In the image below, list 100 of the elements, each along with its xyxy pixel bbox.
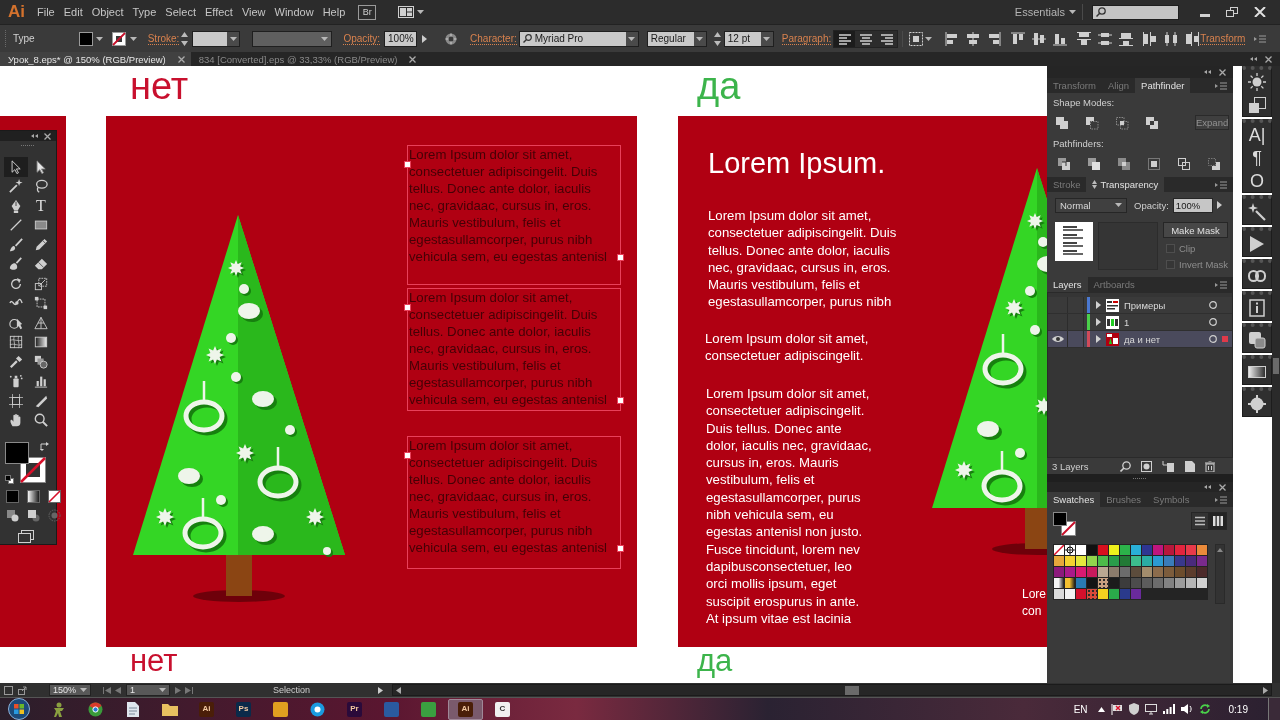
menu-item[interactable]: Effect: [204, 4, 233, 20]
zoom-field[interactable]: 150%: [49, 684, 91, 696]
styled-square-icon[interactable]: [1248, 330, 1266, 349]
collapse-icon[interactable]: [1204, 485, 1211, 489]
signal-bars-icon[interactable]: [1162, 704, 1175, 714]
arrow-cursor-icon[interactable]: [9, 159, 23, 174]
color-wheel-icon[interactable]: [445, 32, 458, 45]
gradient-swatch-icon[interactable]: [1065, 578, 1075, 588]
flag-icon[interactable]: [1110, 703, 1123, 715]
menu-item[interactable]: Help: [322, 4, 346, 20]
align-right-icon[interactable]: [986, 30, 1003, 47]
divided-squares-icon[interactable]: [1057, 156, 1071, 171]
menu-item[interactable]: Window: [274, 4, 314, 20]
refresh-arrows-icon[interactable]: [1198, 703, 1211, 715]
caret-icon[interactable]: [321, 36, 329, 41]
sublayer-icon[interactable]: [1162, 460, 1174, 472]
color-swatch-icon[interactable]: [1054, 556, 1064, 566]
window-layout-icon[interactable]: [398, 6, 415, 18]
distribute-top-icon[interactable]: [1076, 30, 1093, 47]
spray-can-icon[interactable]: [9, 374, 23, 389]
color-swatch-icon[interactable]: [1109, 589, 1119, 599]
caret-icon[interactable]: [1069, 10, 1076, 14]
magnifier-icon[interactable]: [34, 413, 48, 428]
cropped-square-icon[interactable]: [1147, 156, 1161, 171]
character-link[interactable]: Character:: [470, 32, 517, 45]
text-frame[interactable]: [407, 145, 621, 285]
color-swatch-icon[interactable]: [1164, 578, 1174, 588]
taskbar-button[interactable]: C: [485, 698, 520, 720]
taskbar-button[interactable]: Ai: [448, 698, 483, 720]
color-swatch-icon[interactable]: [1098, 545, 1108, 555]
color-swatch-icon[interactable]: [1065, 556, 1075, 566]
blend-shapes-icon[interactable]: [34, 354, 48, 369]
trash-icon[interactable]: [1205, 460, 1215, 472]
close-icon[interactable]: [1265, 55, 1272, 63]
panel-menu-icon[interactable]: [1215, 180, 1227, 189]
color-swatch-icon[interactable]: [1087, 578, 1097, 588]
color-swatch-icon[interactable]: [1175, 545, 1185, 555]
monitor-icon[interactable]: [1144, 703, 1157, 715]
text-frame[interactable]: [407, 436, 621, 569]
search-icon[interactable]: [1096, 7, 1106, 17]
color-swatch-icon[interactable]: [1076, 567, 1086, 577]
distribute-right-icon[interactable]: [1184, 30, 1201, 47]
hand-icon[interactable]: [9, 413, 23, 428]
notched-circle-icon[interactable]: [1248, 394, 1266, 413]
color-swatch-icon[interactable]: [1153, 578, 1163, 588]
frame-handle-icon[interactable]: [404, 452, 411, 459]
play-icon[interactable]: [378, 686, 383, 694]
align-text-left-icon[interactable]: [838, 32, 852, 45]
taskbar-button[interactable]: Ai: [189, 698, 224, 720]
panel-menu-icon[interactable]: [1215, 495, 1227, 504]
eye-icon[interactable]: [1051, 335, 1064, 343]
joined-squares-icon[interactable]: [1055, 115, 1069, 130]
shield-icon[interactable]: [1128, 703, 1139, 715]
masked-square-icon[interactable]: [1141, 460, 1152, 472]
play-icon[interactable]: [1248, 234, 1266, 253]
layer-name[interactable]: да и нет: [1124, 333, 1209, 345]
color-swatch-icon[interactable]: [1087, 567, 1097, 577]
draw-inside-icon[interactable]: [48, 509, 61, 522]
right-arrow-icon[interactable]: [422, 34, 428, 43]
arrange-documents-button[interactable]: [398, 6, 425, 18]
color-swatch-icon[interactable]: [1142, 578, 1152, 588]
search-icon[interactable]: [522, 34, 532, 43]
no-color-swatch-icon[interactable]: [1054, 545, 1064, 555]
gradient-swatch-icon[interactable]: [1054, 578, 1064, 588]
menu-item[interactable]: Select: [165, 4, 196, 20]
target-circle-icon[interactable]: [1209, 335, 1217, 343]
distribute-bottom-icon[interactable]: [1118, 30, 1135, 47]
caret-icon[interactable]: [925, 36, 933, 41]
eraser-icon[interactable]: [34, 257, 48, 272]
expand-triangle-icon[interactable]: [1096, 335, 1101, 343]
scroll-thumb[interactable]: [845, 686, 859, 695]
layer-row[interactable]: 1: [1048, 314, 1232, 331]
close-icon[interactable]: [1219, 68, 1226, 76]
dotted-square-icon[interactable]: [909, 31, 924, 46]
align-top-icon[interactable]: [1010, 30, 1027, 47]
opacity-field[interactable]: 100%: [384, 30, 418, 47]
back-cut-square-icon[interactable]: [1207, 156, 1221, 171]
stroke-link[interactable]: Stroke:: [147, 32, 180, 45]
scroll-thumb[interactable]: [1273, 358, 1279, 374]
color-swatch-icon[interactable]: [1131, 578, 1141, 588]
paragraph-link[interactable]: Paragraph:: [781, 32, 832, 45]
caret-icon[interactable]: [1115, 203, 1122, 207]
color-swatch-icon[interactable]: [1098, 567, 1108, 577]
color-swatch-icon[interactable]: [1153, 556, 1163, 566]
line-icon[interactable]: [9, 218, 23, 233]
frame-handle-icon[interactable]: [617, 254, 624, 261]
color-swatch-icon[interactable]: [1076, 545, 1086, 555]
color-swatch-icon[interactable]: [1065, 589, 1075, 599]
color-swatch-icon[interactable]: [1186, 556, 1196, 566]
close-icon[interactable]: [409, 55, 417, 63]
screen-mode-icon[interactable]: [18, 530, 34, 543]
menu-item[interactable]: File: [37, 4, 55, 20]
caret-icon[interactable]: [628, 36, 636, 41]
caret-icon[interactable]: [159, 688, 166, 692]
panel-button[interactable]: ¶: [1243, 146, 1271, 169]
color-swatch-icon[interactable]: [1186, 567, 1196, 577]
color-swatch-icon[interactable]: [1087, 545, 1097, 555]
color-swatch-icon[interactable]: [1153, 567, 1163, 577]
panel-menu-icon[interactable]: [1215, 280, 1227, 289]
color-swatch-icon[interactable]: [1131, 567, 1141, 577]
